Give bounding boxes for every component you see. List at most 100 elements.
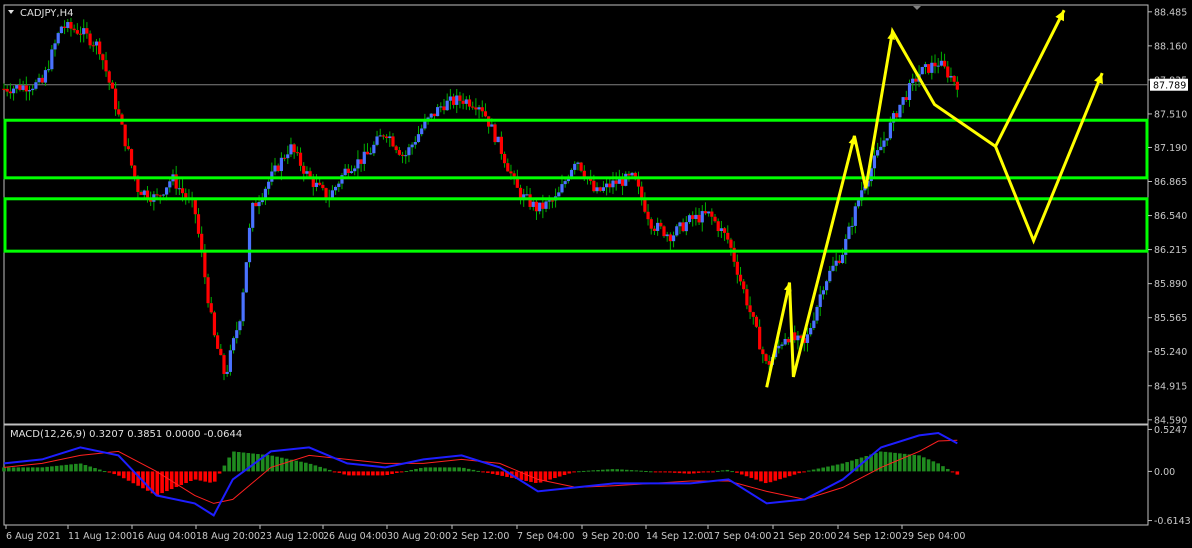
- candle-body: [563, 181, 567, 185]
- candle-body: [247, 227, 252, 263]
- macd-histogram-bar: [203, 471, 208, 482]
- candle-body: [936, 65, 940, 67]
- candle-body: [665, 234, 669, 237]
- candle-body: [754, 316, 759, 327]
- x-tick-label: 17 Sep 04:00: [708, 531, 771, 542]
- candle-body: [448, 96, 452, 101]
- macd-histogram-bar: [787, 471, 792, 477]
- macd-histogram-bar: [375, 471, 380, 476]
- macd-histogram-bar: [711, 471, 715, 473]
- macd-histogram-bar: [624, 469, 629, 472]
- macd-histogram-bar: [212, 471, 217, 482]
- macd-histogram-bar: [682, 471, 687, 474]
- macd-histogram-bar: [88, 466, 93, 472]
- candle-body: [177, 188, 181, 190]
- candle-body: [738, 274, 743, 282]
- candle-body: [442, 106, 446, 111]
- candle-body: [828, 270, 832, 282]
- scroll-marker-icon[interactable]: [913, 6, 921, 10]
- candle-body: [707, 211, 711, 214]
- candle-body: [391, 136, 395, 147]
- candle-body: [557, 192, 561, 197]
- candle-body: [531, 201, 535, 207]
- candle-body: [710, 211, 714, 217]
- candle-body: [713, 216, 717, 222]
- candle-body: [429, 113, 433, 118]
- macd-histogram-bar: [21, 467, 25, 472]
- candle-body: [161, 194, 166, 196]
- macd-histogram-bar: [418, 467, 423, 472]
- macd-histogram-bar: [917, 455, 921, 472]
- macd-histogram-bar: [807, 470, 811, 472]
- macd-histogram-bar: [361, 471, 366, 476]
- candle-body: [592, 180, 596, 192]
- macd-histogram-bar: [442, 467, 447, 472]
- candle-body: [53, 43, 57, 50]
- candle-body: [933, 62, 937, 67]
- candle-body: [560, 184, 564, 193]
- candle-body: [783, 338, 787, 345]
- macd-histogram-bar: [658, 471, 663, 473]
- candle-body: [793, 332, 797, 341]
- candle-body: [222, 355, 226, 374]
- candle-body: [318, 182, 322, 185]
- candle-body: [684, 222, 688, 232]
- candle-body: [206, 277, 210, 304]
- candle-body: [914, 78, 918, 82]
- candle-body: [356, 159, 360, 169]
- candle-body: [257, 202, 261, 207]
- macd-histogram-bar: [692, 471, 696, 474]
- candle-body: [43, 70, 48, 83]
- y-tick-label: 88.160: [1154, 41, 1187, 52]
- candle-body: [927, 64, 931, 73]
- macd-histogram-bar: [232, 451, 236, 472]
- macd-histogram-bar: [898, 453, 902, 472]
- candle-body: [952, 75, 956, 82]
- macd-histogram-bar: [562, 471, 567, 476]
- candle-body: [8, 91, 12, 94]
- candle-body: [719, 228, 723, 232]
- macd-histogram-bar: [778, 471, 782, 480]
- macd-histogram-bar: [500, 471, 505, 476]
- macd-histogram-bar: [907, 454, 912, 472]
- macd-histogram-bar: [696, 471, 701, 473]
- candle-body: [652, 228, 657, 231]
- candle-body: [538, 202, 542, 212]
- candle-body: [850, 225, 854, 227]
- candle-body: [939, 60, 943, 66]
- candle-body: [834, 260, 838, 266]
- candle-body: [203, 252, 207, 278]
- macd-histogram-bar: [668, 471, 672, 473]
- y-tick-label: 86.865: [1154, 177, 1187, 188]
- y-tick-label: 87.510: [1154, 109, 1187, 120]
- macd-histogram-bar: [557, 471, 562, 477]
- candle-body: [678, 222, 682, 227]
- candle-body: [777, 345, 781, 349]
- candle-body: [107, 71, 111, 83]
- candle-body: [761, 349, 765, 355]
- macd-histogram-bar: [299, 461, 303, 472]
- candle-body: [576, 162, 580, 164]
- macd-histogram-bar: [533, 471, 538, 483]
- macd-histogram-bar: [294, 460, 299, 472]
- candle-body: [805, 334, 810, 343]
- candle-body: [378, 135, 382, 137]
- macd-histogram-bar: [716, 470, 720, 472]
- candle-body: [279, 157, 283, 172]
- macd-histogram-bar: [596, 470, 600, 472]
- macd-histogram-bar: [457, 467, 461, 472]
- candle-body: [837, 260, 841, 263]
- candle-body: [305, 171, 309, 174]
- macd-histogram-bar: [318, 466, 322, 472]
- candle-body: [432, 113, 437, 117]
- candle-body: [620, 179, 625, 186]
- macd-histogram-bar: [648, 471, 653, 473]
- candle-body: [786, 338, 790, 343]
- candle-body: [333, 186, 338, 191]
- macd-histogram-bar: [931, 461, 936, 472]
- candle-body: [694, 214, 698, 219]
- candle-body: [627, 173, 631, 176]
- macd-histogram-bar: [802, 471, 806, 473]
- candle-body: [493, 124, 497, 143]
- chart-menu-triangle-icon[interactable]: [8, 10, 14, 14]
